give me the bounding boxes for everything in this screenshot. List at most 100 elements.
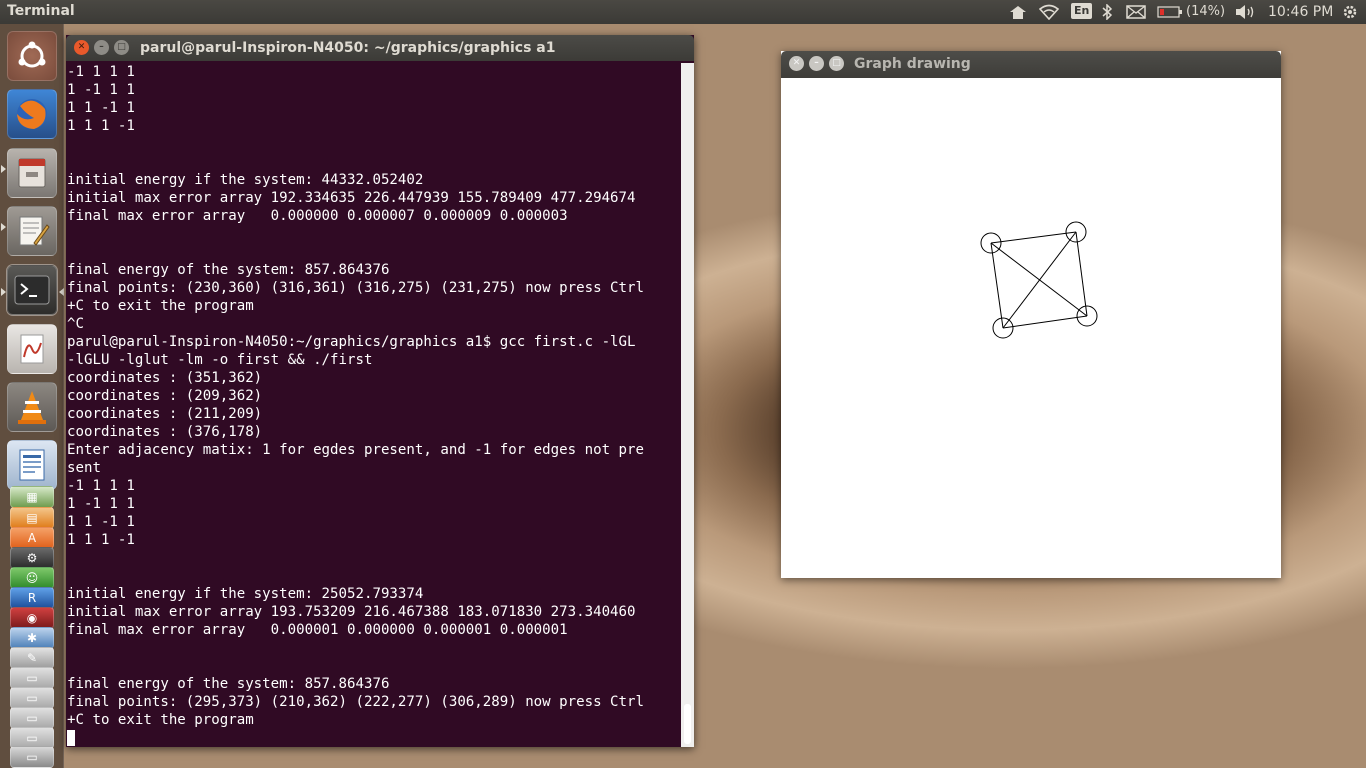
minimize-button[interactable]: – — [809, 56, 824, 71]
running-indicator — [1, 288, 6, 296]
scrollbar[interactable] — [681, 63, 694, 747]
terminal-line: sent — [67, 460, 101, 476]
launcher-item-dash[interactable] — [7, 31, 57, 81]
terminal-icon — [14, 275, 50, 305]
terminal-output[interactable]: -1 1 1 1 1 -1 1 1 1 1 -1 1 1 1 1 -1 initial … — [66, 63, 680, 747]
ubuntu-logo-icon — [18, 41, 46, 68]
terminal-line: final points: (295,373) (210,362) (222,2… — [67, 694, 644, 710]
text-editor-icon — [19, 216, 50, 246]
terminal-line: +C to exit the program — [67, 712, 254, 728]
r-language-icon[interactable]: R — [10, 587, 54, 609]
mail-icon[interactable] — [1126, 5, 1146, 21]
terminal-line: +C to exit the program — [67, 298, 254, 314]
battery-percent: (14%) — [1186, 4, 1226, 19]
terminal-line: 1 -1 1 1 — [67, 82, 135, 98]
maximize-button[interactable]: □ — [114, 40, 129, 55]
terminal-line: final points: (230,360) (316,361) (316,2… — [67, 280, 644, 296]
graph-drawing-window[interactable]: ✕ – □ Graph drawing — [781, 51, 1281, 578]
terminal-line: coordinates : (351,362) — [67, 370, 263, 386]
terminal-line: final max error array 0.000000 0.000007 … — [67, 208, 568, 224]
bluetooth-app-icon[interactable]: ✱ — [10, 627, 54, 649]
drive-icon[interactable]: ▭ — [10, 687, 54, 709]
launcher-item-terminal[interactable] — [7, 265, 57, 315]
top-panel: Terminal En (14%) 10:46 PM — [0, 0, 1366, 24]
launcher-item-files[interactable] — [7, 148, 57, 198]
keyboard-layout-label: En — [1071, 3, 1093, 19]
clock[interactable]: 10:46 PM — [1268, 4, 1333, 20]
update-manager-icon[interactable]: ☺ — [10, 567, 54, 589]
terminal-line: 1 1 1 -1 — [67, 532, 135, 548]
graph-edge — [990, 242, 1088, 317]
keyboard-layout-indicator[interactable]: En — [1071, 3, 1093, 19]
terminal-line: coordinates : (376,178) — [67, 424, 263, 440]
launcher-item-firefox[interactable] — [7, 89, 57, 139]
running-indicator — [1, 165, 6, 173]
scrollbar-thumb[interactable] — [684, 704, 691, 744]
terminal-line: coordinates : (209,362) — [67, 388, 263, 404]
terminal-cursor-line — [66, 729, 680, 747]
graph-edge — [990, 231, 1077, 244]
launcher-item-text-editor[interactable] — [7, 206, 57, 256]
terminal-line: -1 1 1 1 — [67, 64, 135, 80]
active-app-title: Terminal — [7, 3, 75, 19]
trash-icon[interactable]: ▭ — [10, 746, 54, 768]
launcher-item-document-viewer[interactable] — [7, 324, 57, 374]
calc-icon[interactable]: ▦ — [10, 486, 54, 508]
maximize-button[interactable]: □ — [829, 56, 844, 71]
document-icon[interactable]: ✎ — [10, 647, 54, 669]
graph-edge — [990, 242, 1004, 329]
terminal-line: ^C — [67, 316, 84, 332]
terminal-line: parul@parul-Inspiron-N4050:~/graphics/gr… — [67, 334, 636, 350]
terminal-titlebar[interactable]: ✕ – □ parul@parul-Inspiron-N4050: ~/grap… — [66, 35, 694, 61]
launcher-item-vlc[interactable] — [7, 382, 57, 432]
terminal-line: initial energy if the system: 25052.7933… — [67, 586, 424, 602]
impress-icon[interactable]: ▤ — [10, 507, 54, 529]
terminal-line: initial max error array 193.753209 216.4… — [67, 604, 636, 620]
graph-canvas[interactable] — [781, 78, 1281, 578]
terminal-line: final energy of the system: 857.864376 — [67, 676, 390, 692]
terminal-line: 1 1 -1 1 — [67, 100, 135, 116]
drive-icon[interactable]: ▭ — [10, 667, 54, 689]
terminal-line: initial max error array 192.334635 226.4… — [67, 190, 636, 206]
terminal-line: 1 1 -1 1 — [67, 514, 135, 530]
terminal-line: -lGLU -lglut -lm -o first && ./first — [67, 352, 373, 368]
file-cabinet-icon — [18, 158, 46, 188]
launcher: ▦ ▤ A ⚙ ☺ R ◉ ✱ ✎ ▭ ▭ ▭ ▭ ▭ — [0, 24, 64, 768]
minimize-button[interactable]: – — [94, 40, 109, 55]
terminal-window[interactable]: ✕ – □ parul@parul-Inspiron-N4050: ~/grap… — [66, 35, 694, 747]
wifi-icon[interactable] — [1039, 4, 1059, 20]
terminal-line: final energy of the system: 857.864376 — [67, 262, 390, 278]
writer-icon — [19, 449, 45, 481]
settings-icon[interactable]: ⚙ — [10, 547, 54, 569]
media-player-icon[interactable]: ◉ — [10, 607, 54, 629]
drive-icon[interactable]: ▭ — [10, 707, 54, 729]
terminal-line: initial energy if the system: 44332.0524… — [67, 172, 424, 188]
software-center-icon[interactable]: A — [10, 527, 54, 549]
terminal-line: coordinates : (211,209) — [67, 406, 263, 422]
graph-titlebar[interactable]: ✕ – □ Graph drawing — [781, 51, 1281, 78]
graph-edge — [1002, 315, 1088, 329]
terminal-line: 1 -1 1 1 — [67, 496, 135, 512]
terminal-line: 1 1 1 -1 — [67, 118, 135, 134]
running-indicator — [1, 223, 6, 231]
window-title: Graph drawing — [854, 56, 971, 72]
power-gear-icon[interactable] — [1342, 4, 1358, 20]
volume-icon[interactable] — [1235, 4, 1257, 20]
close-button[interactable]: ✕ — [789, 56, 804, 71]
terminal-line: -1 1 1 1 — [67, 478, 135, 494]
terminal-line: final max error array 0.000001 0.000000 … — [67, 622, 568, 638]
launcher-item-libreoffice-writer[interactable] — [7, 440, 57, 490]
close-button[interactable]: ✕ — [74, 40, 89, 55]
pdf-viewer-icon — [20, 334, 44, 364]
cloud-sync-icon[interactable] — [1006, 3, 1030, 19]
bluetooth-icon[interactable] — [1101, 4, 1113, 20]
battery-icon[interactable] — [1157, 6, 1183, 22]
terminal-line: Enter adjacency matix: 1 for egdes prese… — [67, 442, 644, 458]
